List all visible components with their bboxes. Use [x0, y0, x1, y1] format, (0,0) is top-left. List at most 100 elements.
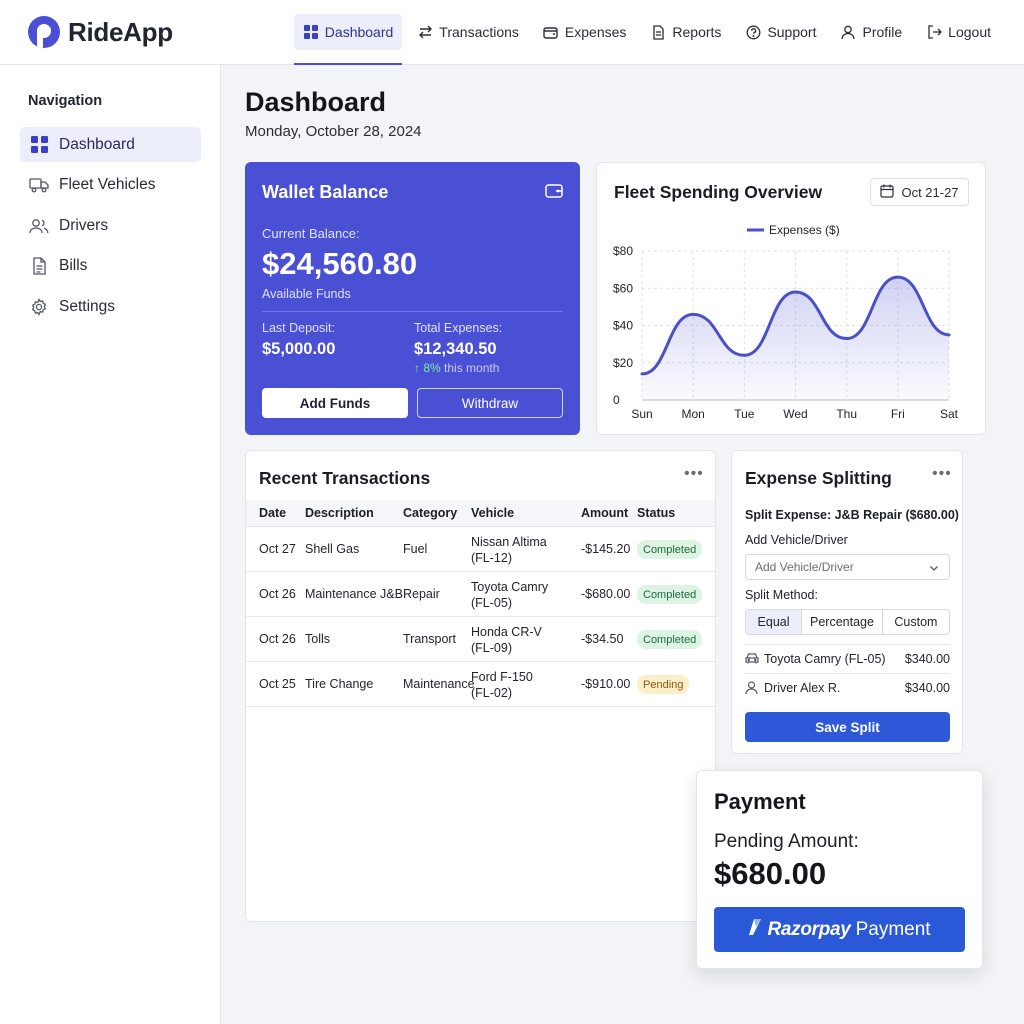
logout-icon	[926, 24, 942, 40]
y-tick-label: $20	[613, 356, 633, 370]
pending-amount-value: $680.00	[714, 856, 827, 891]
nav-label: Expenses	[564, 24, 627, 40]
nav-reports[interactable]: Reports	[641, 14, 730, 50]
vehicle-id: (FL-12)	[471, 551, 512, 565]
trend-percent: 8%	[423, 361, 441, 375]
wallet-icon	[545, 183, 563, 199]
sidebar-item-drivers[interactable]: Drivers	[20, 208, 201, 243]
save-split-button[interactable]: Save Split	[745, 712, 950, 742]
wallet-icon	[543, 24, 559, 40]
status-badge: Pending	[637, 675, 690, 694]
last-deposit-value: $5,000.00	[262, 340, 336, 358]
allocation-amount: $340.00	[904, 681, 950, 695]
nav-label: Support	[767, 24, 817, 40]
sidebar-item-bills[interactable]: Bills	[20, 249, 201, 284]
select-placeholder: Add Vehicle/Driver	[755, 560, 854, 574]
nav-transactions[interactable]: Transactions	[408, 14, 528, 50]
table-row[interactable]: Oct 26 Maintenance J&B Repair Toyota Cam…	[246, 572, 715, 617]
row-description: Shell Gas	[305, 542, 360, 556]
x-tick-label: Sun	[631, 407, 652, 421]
sidebar-item-label: Bills	[59, 257, 88, 275]
x-tick-label: Thu	[836, 407, 857, 421]
nav-label: Transactions	[439, 24, 519, 40]
grid-icon	[29, 135, 49, 155]
split-expense-label: Split Expense: J&B Repair ($680.00)	[745, 508, 959, 522]
document-icon	[650, 24, 666, 40]
split-method-custom[interactable]: Custom	[883, 610, 949, 634]
calendar-icon	[880, 184, 895, 201]
row-date: Oct 27	[259, 542, 296, 556]
razorpay-payment-button[interactable]: Razorpay Payment	[714, 907, 965, 952]
column-header-date[interactable]: Date	[259, 506, 286, 520]
nav-label: Profile	[862, 24, 903, 40]
y-tick-label: $40	[613, 319, 633, 333]
add-funds-button[interactable]: Add Funds	[262, 388, 408, 418]
vehicle-name: Nissan Altima	[471, 535, 547, 549]
table-row[interactable]: Oct 25 Tire Change Maintenance Ford F-15…	[246, 662, 715, 707]
withdraw-button[interactable]: Withdraw	[417, 388, 563, 418]
razorpay-brand: Razorpay	[767, 918, 851, 940]
sidebar: Navigation Dashboard Fleet Vehicles Driv…	[0, 65, 221, 1024]
vehicle-id: (FL-09)	[471, 641, 512, 655]
allocation-name: Toyota Camry (FL-05)	[764, 652, 886, 666]
nav-support[interactable]: Support	[736, 14, 825, 50]
sidebar-item-dashboard[interactable]: Dashboard	[20, 127, 201, 162]
date-range-button[interactable]: Oct 21-27	[870, 178, 969, 206]
allocation-row: Driver Alex R. $340.00	[745, 674, 950, 702]
row-description: Maintenance J&B	[305, 587, 403, 601]
column-header-vehicle[interactable]: Vehicle	[471, 506, 514, 520]
vehicle-id: (FL-02)	[471, 686, 512, 700]
table-row[interactable]: Oct 26 Tolls Transport Honda CR-V (FL-09)…	[246, 617, 715, 662]
more-options-icon[interactable]: •••	[932, 465, 952, 483]
nav-expenses[interactable]: Expenses	[534, 14, 635, 50]
row-amount: -$910.00	[581, 677, 631, 691]
series-area	[642, 277, 949, 400]
sidebar-item-label: Drivers	[59, 216, 109, 234]
column-header-description[interactable]: Description	[305, 506, 374, 520]
split-method-equal[interactable]: Equal	[746, 610, 803, 634]
total-expenses-label: Total Expenses:	[414, 321, 503, 335]
table-row[interactable]: Oct 27 Shell Gas Fuel Nissan Altima (FL-1…	[246, 527, 715, 572]
recent-transactions-card: Recent Transactions ••• Date Description…	[245, 450, 716, 922]
sidebar-item-settings[interactable]: Settings	[20, 289, 201, 324]
legend-label: Expenses ($)	[769, 223, 840, 237]
vehicle-id: (FL-05)	[471, 596, 512, 610]
wallet-title: Wallet Balance	[262, 182, 389, 202]
nav-label: Logout	[948, 24, 991, 40]
row-date: Oct 26	[259, 632, 296, 646]
nav-logout[interactable]: Logout	[917, 14, 1000, 50]
logo-mark-icon	[28, 16, 60, 48]
trend-text: this month	[444, 361, 500, 375]
column-header-category[interactable]: Category	[403, 506, 457, 520]
bill-icon	[29, 256, 49, 276]
row-category: Repair	[403, 587, 440, 601]
more-options-icon[interactable]: •••	[684, 465, 704, 483]
row-vehicle: Nissan Altima (FL-12)	[471, 534, 581, 566]
nav-dashboard[interactable]: Dashboard	[293, 14, 403, 65]
row-vehicle: Toyota Camry (FL-05)	[471, 579, 581, 611]
table-header: Date Description Category Vehicle Amount…	[246, 500, 715, 527]
row-amount: -$34.50	[581, 632, 624, 646]
x-tick-label: Mon	[681, 407, 704, 421]
nav-label: Dashboard	[324, 24, 394, 40]
sidebar-item-fleet-vehicles[interactable]: Fleet Vehicles	[20, 168, 201, 203]
x-tick-label: Fri	[891, 407, 905, 421]
nav-profile[interactable]: Profile	[831, 14, 911, 50]
vehicle-name: Ford F-150	[471, 670, 533, 684]
sidebar-item-label: Fleet Vehicles	[59, 176, 156, 194]
date-range-label: Oct 21-27	[901, 184, 959, 200]
wallet-balance-card: Wallet Balance Current Balance: $24,560.…	[245, 162, 580, 435]
split-method-percentage[interactable]: Percentage	[802, 610, 883, 634]
allocation-amount: $340.00	[904, 652, 950, 666]
column-header-status[interactable]: Status	[637, 506, 675, 520]
row-date: Oct 26	[259, 587, 296, 601]
nav-label: Reports	[672, 24, 722, 40]
expense-trend: ↑ 8% this month	[414, 361, 499, 375]
user-icon	[840, 24, 856, 40]
app-logo[interactable]: RideApp	[28, 16, 173, 48]
row-amount: -$145.20	[581, 542, 631, 556]
column-header-amount[interactable]: Amount	[581, 506, 628, 520]
status-badge: Completed	[637, 540, 703, 559]
add-vehicle-driver-select[interactable]: Add Vehicle/Driver	[745, 554, 950, 580]
x-tick-label: Wed	[783, 407, 807, 421]
